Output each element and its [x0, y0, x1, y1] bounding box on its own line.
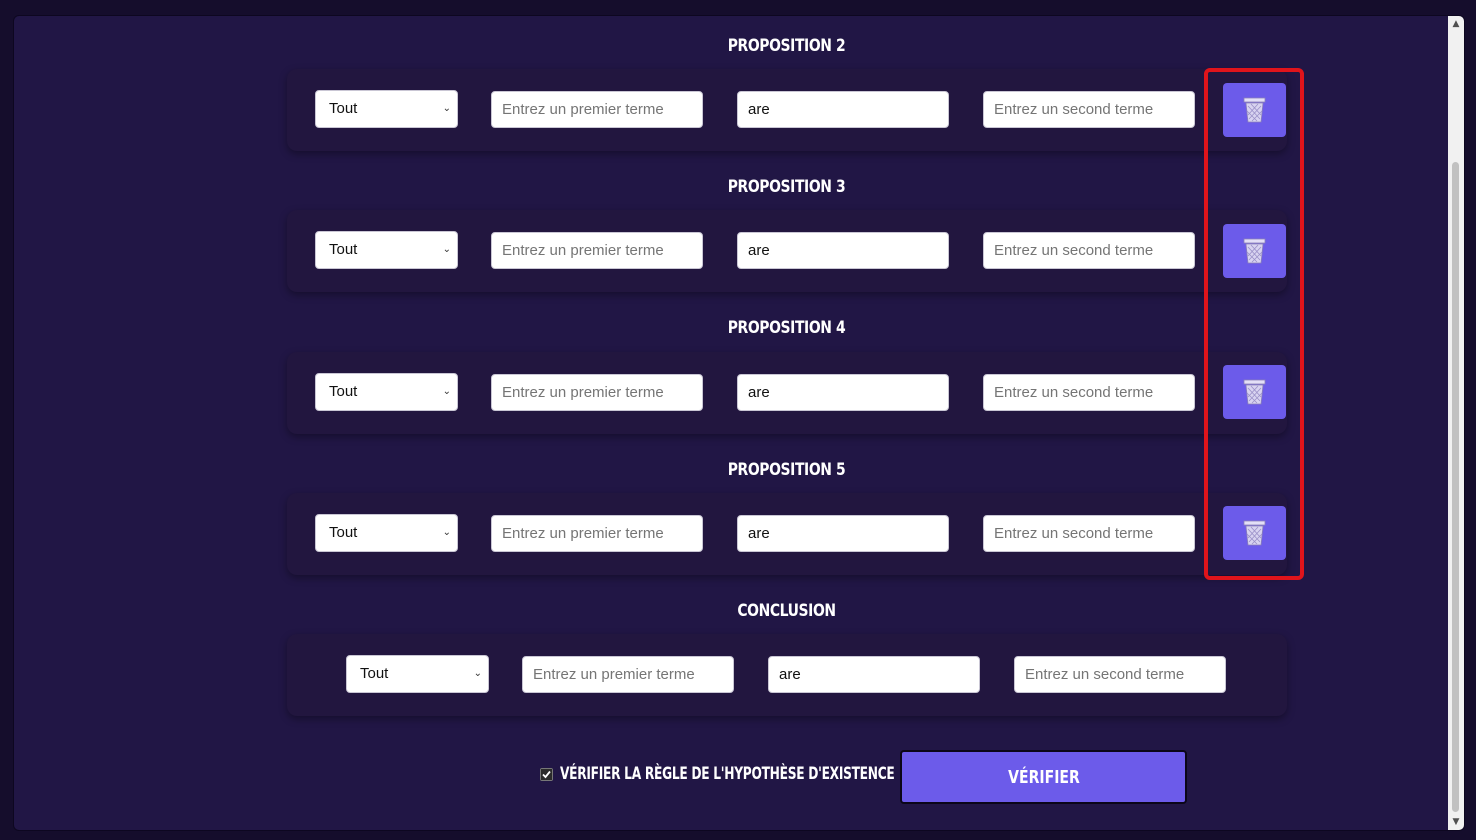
quantifier-value: Tout	[329, 524, 358, 541]
proposition-5-second-term-input[interactable]: Entrez un second terme	[983, 515, 1195, 552]
proposition-5-quantifier-select[interactable]: Tout ⌄	[315, 514, 458, 552]
vertical-scrollbar[interactable]: ▲ ▼	[1448, 16, 1464, 830]
existence-hypothesis-label: Vérifier la règle de l'hypothèse d'exist…	[560, 764, 895, 784]
proposition-4-copula-input[interactable]: are	[737, 374, 949, 411]
chevron-down-icon: ⌄	[442, 103, 451, 114]
chevron-down-icon: ⌄	[473, 668, 482, 679]
conclusion-card: Tout ⌄ Entrez un premier terme are Entre…	[287, 634, 1287, 716]
conclusion-title: Conclusion	[737, 601, 836, 621]
chevron-down-icon: ⌄	[442, 386, 451, 397]
conclusion-first-term-input[interactable]: Entrez un premier terme	[522, 656, 734, 693]
quantifier-value: Tout	[329, 100, 358, 117]
scroll-up-arrow-icon[interactable]: ▲	[1448, 16, 1464, 32]
conclusion-copula-input[interactable]: are	[768, 656, 980, 693]
quantifier-value: Tout	[329, 241, 358, 258]
proposition-2-copula-input[interactable]: are	[737, 91, 949, 128]
proposition-2-card: Tout ⌄ Entrez un premier terme are Entre…	[287, 69, 1287, 151]
proposition-5-card: Tout ⌄ Entrez un premier terme are Entre…	[287, 493, 1287, 575]
verify-button[interactable]: Vérifier	[900, 750, 1187, 804]
proposition-4-card: Tout ⌄ Entrez un premier terme are Entre…	[287, 352, 1287, 434]
quantifier-value: Tout	[360, 665, 389, 682]
proposition-4-first-term-input[interactable]: Entrez un premier terme	[491, 374, 703, 411]
proposition-2-first-term-input[interactable]: Entrez un premier terme	[491, 91, 703, 128]
main-panel: Proposition 2 Tout ⌄ Entrez un premier t…	[13, 15, 1465, 831]
existence-hypothesis-checkbox[interactable]	[540, 767, 553, 781]
proposition-3-card: Tout ⌄ Entrez un premier terme are Entre…	[287, 210, 1287, 292]
proposition-2-second-term-input[interactable]: Entrez un second terme	[983, 91, 1195, 128]
proposition-5-copula-input[interactable]: are	[737, 515, 949, 552]
delete-buttons-highlight	[1204, 68, 1304, 580]
proposition-2-title: Proposition 2	[727, 36, 846, 56]
proposition-3-copula-input[interactable]: are	[737, 232, 949, 269]
proposition-3-quantifier-select[interactable]: Tout ⌄	[315, 231, 458, 269]
proposition-5-first-term-input[interactable]: Entrez un premier terme	[491, 515, 703, 552]
proposition-2-quantifier-select[interactable]: Tout ⌄	[315, 90, 458, 128]
verify-button-label: Vérifier	[1007, 766, 1080, 788]
proposition-4-quantifier-select[interactable]: Tout ⌄	[315, 373, 458, 411]
scroll-down-arrow-icon[interactable]: ▼	[1448, 814, 1464, 830]
checkmark-icon	[541, 768, 552, 780]
scroll-thumb[interactable]	[1452, 162, 1459, 812]
proposition-3-first-term-input[interactable]: Entrez un premier terme	[491, 232, 703, 269]
proposition-3-second-term-input[interactable]: Entrez un second terme	[983, 232, 1195, 269]
conclusion-second-term-input[interactable]: Entrez un second terme	[1014, 656, 1226, 693]
conclusion-quantifier-select[interactable]: Tout ⌄	[346, 655, 489, 693]
chevron-down-icon: ⌄	[442, 527, 451, 538]
quantifier-value: Tout	[329, 383, 358, 400]
proposition-4-second-term-input[interactable]: Entrez un second terme	[983, 374, 1195, 411]
chevron-down-icon: ⌄	[442, 244, 451, 255]
